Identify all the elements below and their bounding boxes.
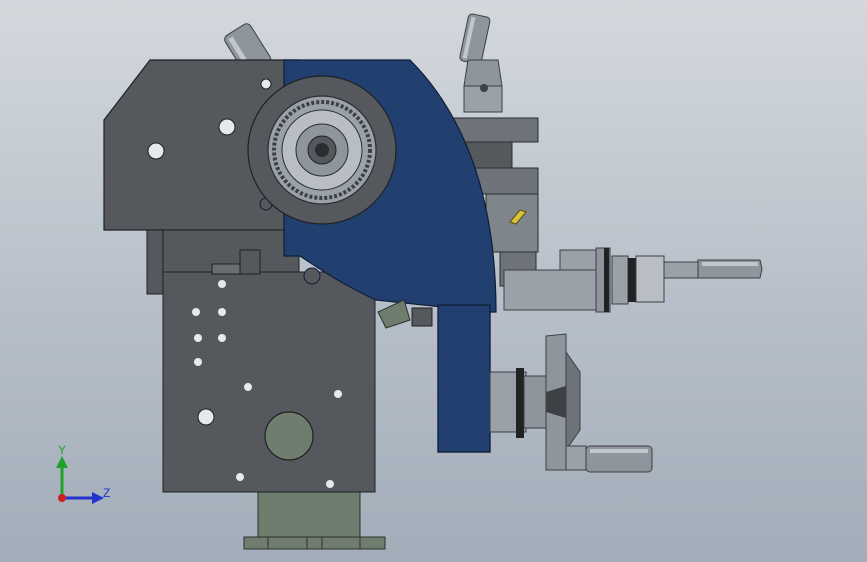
handwheel-assembly[interactable]	[489, 333, 653, 473]
z-axis-label: Z	[103, 486, 110, 500]
top-right-lever-handle	[459, 13, 503, 113]
base-block	[243, 489, 386, 550]
cad-viewport[interactable]: Y Z	[0, 0, 867, 562]
x-axis-origin	[58, 494, 66, 502]
bearing-gear-assembly	[247, 75, 397, 225]
y-axis-label: Y	[58, 443, 66, 457]
coordinate-triad: Y Z	[56, 443, 110, 504]
assembly-drawing: Y Z	[56, 13, 763, 550]
cross-feed-spindle	[503, 247, 763, 313]
